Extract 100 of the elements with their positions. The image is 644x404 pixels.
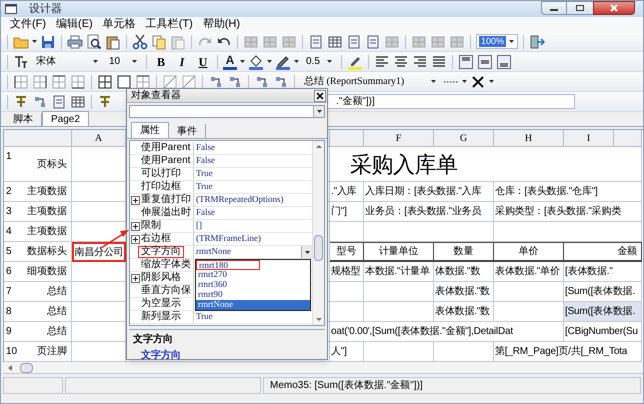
dropdown-option[interactable]: rmrt270	[196, 270, 310, 280]
copy-icon[interactable]	[151, 34, 167, 50]
property-name[interactable]: 文字方向	[138, 246, 184, 258]
caret-icon[interactable]	[32, 40, 37, 43]
property-name[interactable]: 使用Parent	[141, 156, 190, 166]
border-icon[interactable]	[97, 74, 113, 90]
exit-icon[interactable]	[529, 34, 545, 50]
clipboard-icon[interactable]	[105, 34, 121, 50]
expand-icon[interactable]	[131, 274, 140, 282]
column-header[interactable]: A	[72, 130, 126, 147]
property-value[interactable]: (TRMFrameLine)	[194, 232, 261, 246]
underline-button[interactable]: U	[194, 54, 212, 70]
page-icon[interactable]	[346, 34, 362, 50]
align-top-icon[interactable]	[458, 54, 474, 70]
caret-icon[interactable]	[132, 60, 137, 63]
dropdown-option[interactable]: rmrtNone	[196, 300, 310, 310]
table-icon[interactable]	[70, 94, 86, 110]
property-value[interactable]: True	[194, 310, 213, 324]
caret-icon[interactable]	[489, 80, 494, 83]
row-header[interactable]: 6 细项数据	[4, 262, 72, 282]
align-center-icon[interactable]	[393, 54, 409, 70]
tool-icon[interactable]	[97, 94, 113, 110]
property-value[interactable]: (TRMRepeatedOptions)	[194, 193, 284, 207]
border-icon[interactable]	[135, 74, 151, 90]
clipboard-icon[interactable]	[170, 34, 186, 50]
expand-icon[interactable]	[131, 222, 140, 230]
column-header[interactable]: G	[434, 130, 494, 147]
property-name[interactable]: 为空显示	[141, 299, 181, 309]
row-header[interactable]: 7 总结	[4, 282, 72, 302]
row-header[interactable]: 8 总结	[4, 302, 72, 322]
up-arrow-icon[interactable]	[314, 143, 322, 151]
row-header[interactable]: 1 页标头	[4, 147, 72, 182]
property-value[interactable]: False	[194, 141, 215, 155]
object-inspector-dialog[interactable]	[126, 88, 328, 360]
font-combo[interactable]: 宋体	[32, 54, 102, 69]
property-value[interactable]: False	[194, 154, 215, 168]
bold-button[interactable]: B	[152, 54, 170, 70]
property-name[interactable]: 阴影风格	[141, 273, 181, 283]
align-left-icon[interactable]	[374, 54, 390, 70]
dropdown-button[interactable]	[301, 246, 312, 258]
column-header[interactable]: H	[494, 130, 564, 147]
caret-icon[interactable]	[509, 40, 514, 43]
caret-icon[interactable]	[267, 60, 272, 63]
property-value[interactable]: []	[194, 219, 202, 233]
band-combo[interactable]: 总结 (ReportSummary1)	[300, 74, 440, 89]
property-name[interactable]: 限制	[141, 221, 161, 231]
italic-button[interactable]: I	[173, 54, 191, 70]
menu-item[interactable]: 单元格	[98, 19, 141, 30]
scroll-thumb[interactable]	[314, 235, 323, 261]
border-icon[interactable]	[116, 74, 132, 90]
pen-icon[interactable]	[275, 54, 291, 70]
caret-icon[interactable]	[304, 250, 310, 254]
border-icon[interactable]	[32, 74, 48, 90]
vertical-scrollbar[interactable]	[312, 141, 324, 325]
property-name[interactable]: 新列显示	[141, 312, 181, 322]
scroll-thumb[interactable]	[20, 362, 33, 372]
left-arrow-icon[interactable]	[6, 364, 14, 372]
column-header[interactable]: I	[564, 130, 614, 147]
property-name[interactable]: 伸展溢出时	[141, 208, 191, 218]
property-name[interactable]: 可以打印	[141, 169, 181, 179]
minimize-button[interactable]	[541, 1, 567, 15]
align-middle-icon[interactable]	[477, 54, 493, 70]
row-header[interactable]: 5 数据标头	[4, 242, 72, 262]
caret-icon[interactable]	[431, 80, 436, 83]
property-name[interactable]: 重复值打印	[141, 195, 191, 205]
scissors-icon[interactable]	[132, 34, 148, 50]
caret-icon[interactable]	[327, 60, 332, 63]
save-icon[interactable]	[40, 34, 56, 50]
formula-field[interactable]: ."金额"])]	[327, 94, 575, 109]
border-icon[interactable]	[51, 74, 67, 90]
property-name[interactable]: 打印边框	[141, 182, 181, 192]
align-right-icon[interactable]	[412, 54, 428, 70]
property-name[interactable]: 垂直方向保	[141, 286, 191, 296]
property-name[interactable]: 使用Parent	[141, 143, 190, 153]
close-button[interactable]	[314, 90, 326, 102]
property-value[interactable]: True	[194, 167, 213, 181]
caret-icon[interactable]	[462, 80, 467, 83]
property-name[interactable]: 缩放字体类	[141, 260, 191, 270]
row-header[interactable]: 9 总结	[4, 322, 72, 342]
border-icon[interactable]	[13, 74, 29, 90]
down-arrow-icon[interactable]	[314, 315, 322, 323]
diagonal-line-icon[interactable]	[162, 74, 178, 90]
expand-icon[interactable]	[131, 196, 140, 204]
dropdown-option[interactable]: rmrt360	[196, 280, 310, 290]
property-value[interactable]: False	[194, 206, 215, 220]
menu-item[interactable]: 文件(F)	[5, 19, 52, 30]
maximize-button[interactable]	[567, 1, 593, 15]
align-bottom-icon[interactable]	[496, 54, 512, 70]
property-value[interactable]: rmrtNone	[194, 245, 231, 259]
diagonal-line-icon[interactable]	[181, 74, 197, 90]
dropdown-option[interactable]: rmrt180	[196, 260, 260, 270]
preview-icon[interactable]	[86, 34, 102, 50]
property-name[interactable]: 右边框	[141, 234, 171, 244]
menu-item[interactable]: 编辑(E)	[51, 19, 98, 30]
size-combo[interactable]: 10	[105, 54, 141, 69]
row-header[interactable]: 3 主项数据	[4, 202, 72, 222]
page-icon[interactable]	[51, 94, 67, 110]
printer-icon[interactable]	[67, 34, 83, 50]
border-icon[interactable]	[70, 74, 86, 90]
expand-icon[interactable]	[131, 234, 140, 244]
